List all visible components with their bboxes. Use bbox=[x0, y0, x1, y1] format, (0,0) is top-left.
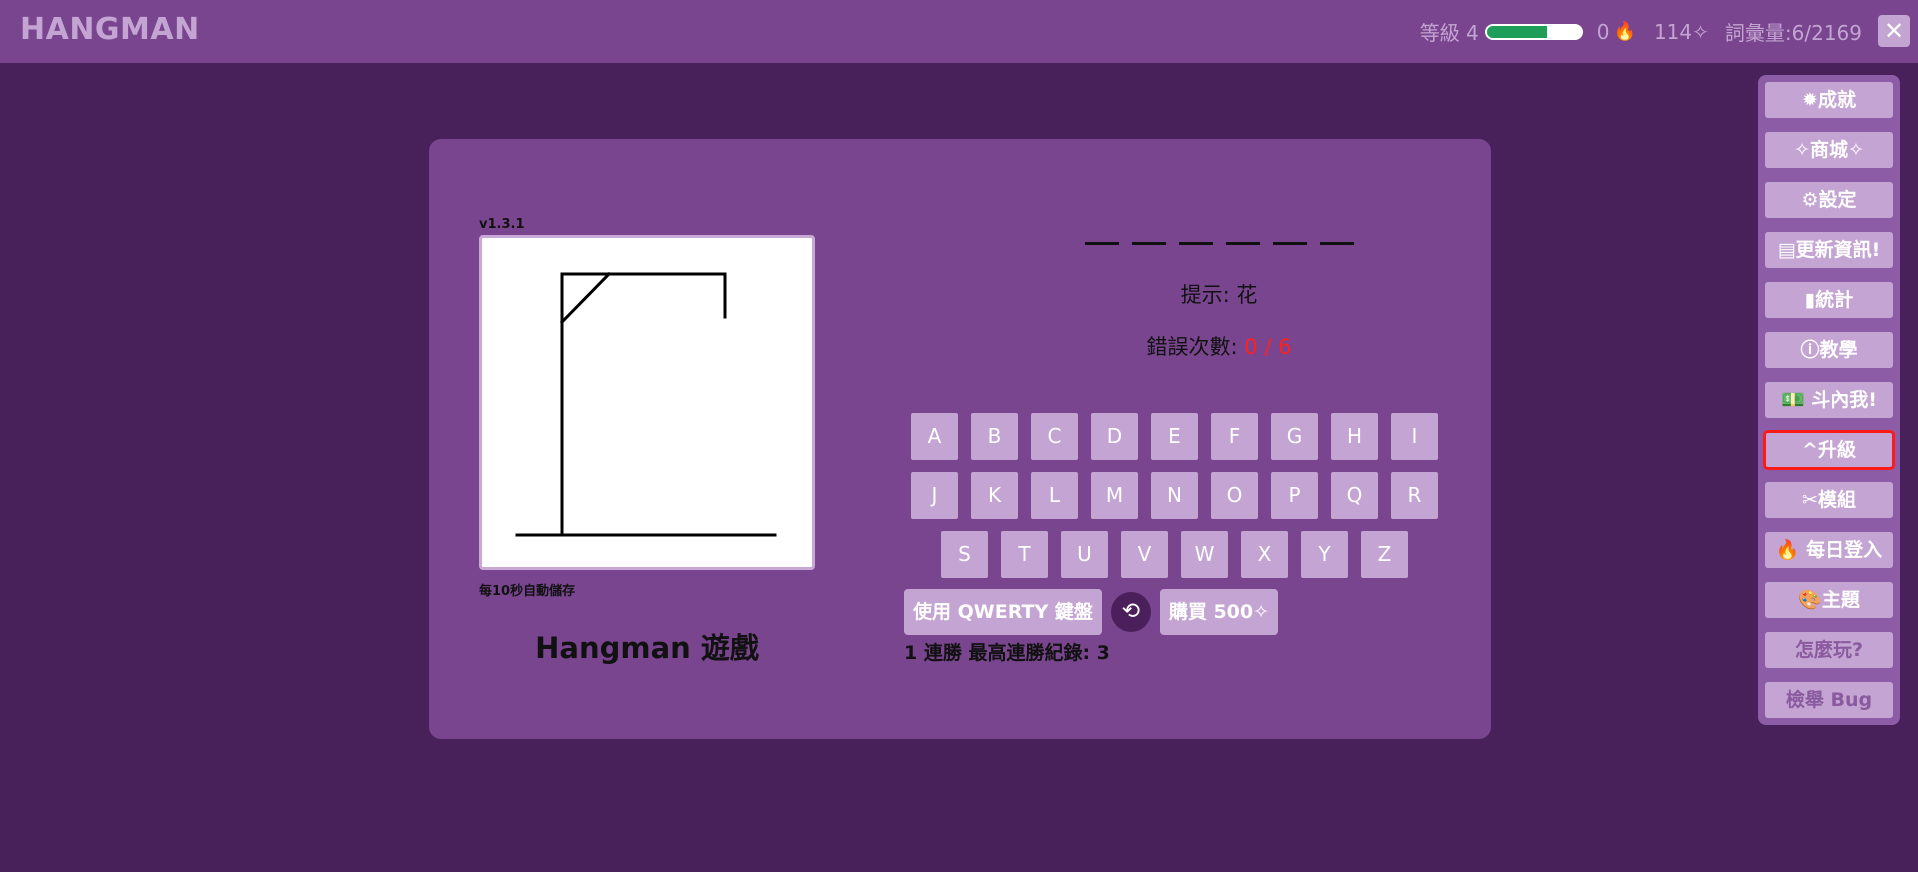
letter-key-k[interactable]: K bbox=[971, 472, 1018, 519]
version-label: v1.3.1 bbox=[479, 217, 525, 232]
autosave-note: 每10秒自動儲存 bbox=[479, 584, 576, 599]
keyboard-row: STUVWXYZ bbox=[941, 531, 1408, 578]
vocab-progress: 詞彙量:6/2169 bbox=[1724, 21, 1862, 45]
close-button[interactable]: ✕ bbox=[1878, 15, 1910, 47]
sidebar-item-daily-login[interactable]: 🔥 每日登入 bbox=[1765, 532, 1893, 568]
sidebar-item-updates[interactable]: ▤更新資訊! bbox=[1765, 232, 1893, 268]
level-label: 等級 4 bbox=[1419, 21, 1479, 45]
word-blanks bbox=[1029, 219, 1409, 249]
sidebar-item-report-bug[interactable]: 檢舉 Bug bbox=[1765, 682, 1893, 718]
letter-key-o[interactable]: O bbox=[1211, 472, 1258, 519]
coin-balance: 114✧ bbox=[1653, 19, 1709, 44]
sidebar-item-mods[interactable]: ✂模組 bbox=[1765, 482, 1893, 518]
mistakes-counter: 錯誤次數: 0 / 6 bbox=[1029, 331, 1409, 361]
letter-key-s[interactable]: S bbox=[941, 531, 988, 578]
streak-count: 0 bbox=[1596, 19, 1610, 44]
mistakes-value: 0 / 6 bbox=[1244, 335, 1292, 359]
qwerty-toggle-button[interactable]: 使用 QWERTY 鍵盤 bbox=[904, 589, 1102, 635]
letter-key-y[interactable]: Y bbox=[1301, 531, 1348, 578]
app-title: HANGMAN bbox=[20, 12, 200, 47]
keyboard-row: JKLMNOPQR bbox=[911, 472, 1438, 519]
letter-key-x[interactable]: X bbox=[1241, 531, 1288, 578]
gallows-brace bbox=[559, 271, 612, 325]
letter-blank bbox=[1084, 219, 1119, 245]
buy-button[interactable]: 購買 500✧ bbox=[1159, 589, 1279, 635]
letter-key-q[interactable]: Q bbox=[1331, 472, 1378, 519]
sidebar-item-shop[interactable]: ✧商城✧ bbox=[1765, 132, 1893, 168]
action-row: 使用 QWERTY 鍵盤 ⟲ 購買 500✧ bbox=[904, 589, 1279, 635]
letter-key-j[interactable]: J bbox=[911, 472, 958, 519]
letter-key-n[interactable]: N bbox=[1151, 472, 1198, 519]
sidebar-item-theme[interactable]: 🎨主題 bbox=[1765, 582, 1893, 618]
letter-key-g[interactable]: G bbox=[1271, 413, 1318, 460]
letter-key-f[interactable]: F bbox=[1211, 413, 1258, 460]
hint-text: 提示: 花 bbox=[1180, 283, 1258, 307]
sidebar-menu: ✹成就 ✧商城✧ ⚙設定 ▤更新資訊! ▮統計 ⓘ教學 💵 斗內我! ^升級 ✂模組 🔥 每日登入… bbox=[1758, 75, 1900, 725]
sidebar-item-upgrade[interactable]: ^升級 bbox=[1763, 430, 1895, 470]
win-streak-status: 1 連勝 最高連勝紀錄: 3 bbox=[904, 642, 1110, 664]
refresh-icon[interactable]: ⟲ bbox=[1110, 592, 1151, 632]
top-bar: HANGMAN 等級 4 0 🔥 114✧ 詞彙量:6/2169 ✕ bbox=[0, 0, 1918, 63]
gallows-drawing bbox=[515, 271, 777, 537]
game-title: Hangman 遊戲 bbox=[535, 631, 759, 665]
letter-key-m[interactable]: M bbox=[1091, 472, 1138, 519]
letter-key-b[interactable]: B bbox=[971, 413, 1018, 460]
letter-blank bbox=[1225, 219, 1260, 245]
keyboard-row: ABCDEFGHI bbox=[911, 413, 1438, 460]
letter-key-a[interactable]: A bbox=[911, 413, 958, 460]
sidebar-item-tutorial[interactable]: ⓘ教學 bbox=[1765, 332, 1893, 368]
stats-bar: 等級 4 0 🔥 114✧ 詞彙量:6/2169 bbox=[1420, 0, 1862, 63]
sidebar-item-achievements[interactable]: ✹成就 bbox=[1765, 82, 1893, 118]
letter-blank bbox=[1319, 219, 1354, 245]
sidebar-item-stats[interactable]: ▮統計 bbox=[1765, 282, 1893, 318]
letter-key-u[interactable]: U bbox=[1061, 531, 1108, 578]
letter-key-d[interactable]: D bbox=[1091, 413, 1138, 460]
letter-key-h[interactable]: H bbox=[1331, 413, 1378, 460]
letter-key-p[interactable]: P bbox=[1271, 472, 1318, 519]
letter-key-w[interactable]: W bbox=[1181, 531, 1228, 578]
letter-key-c[interactable]: C bbox=[1031, 413, 1078, 460]
letter-key-r[interactable]: R bbox=[1391, 472, 1438, 519]
letter-key-e[interactable]: E bbox=[1151, 413, 1198, 460]
letter-blank bbox=[1131, 219, 1166, 245]
sidebar-item-donate[interactable]: 💵 斗內我! bbox=[1765, 382, 1893, 418]
letter-blank bbox=[1272, 219, 1307, 245]
sidebar-item-how-to-play[interactable]: 怎麼玩? bbox=[1765, 632, 1893, 668]
letter-key-i[interactable]: I bbox=[1391, 413, 1438, 460]
sidebar-item-settings[interactable]: ⚙設定 bbox=[1765, 182, 1893, 218]
letter-key-l[interactable]: L bbox=[1031, 472, 1078, 519]
letter-key-z[interactable]: Z bbox=[1361, 531, 1408, 578]
letter-blank bbox=[1178, 219, 1213, 245]
game-panel: v1.3.1 每10秒自動儲存 Hangman 遊戲 提示: 花 錯誤次數: 0… bbox=[429, 139, 1491, 739]
hangman-canvas bbox=[479, 235, 815, 570]
mistakes-label: 錯誤次數: bbox=[1146, 335, 1238, 359]
xp-progress-fill bbox=[1486, 25, 1547, 38]
letter-key-v[interactable]: V bbox=[1121, 531, 1168, 578]
letter-key-t[interactable]: T bbox=[1001, 531, 1048, 578]
xp-progress-bar bbox=[1484, 23, 1583, 40]
flame-icon: 🔥 bbox=[1613, 21, 1636, 42]
